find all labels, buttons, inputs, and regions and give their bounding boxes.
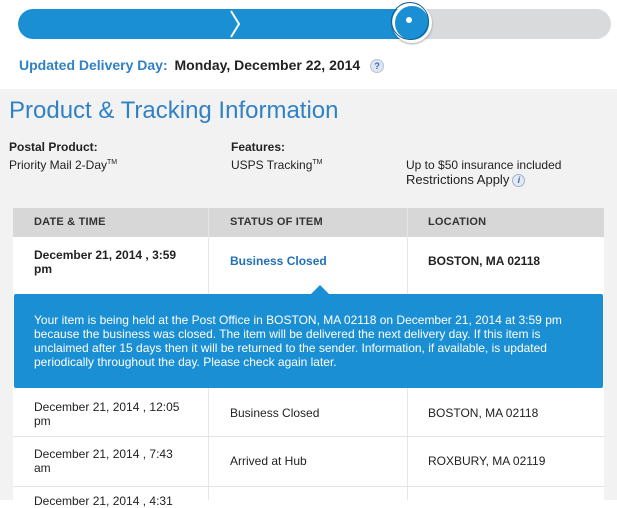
callout-text: Your item is being held at the Post Offi… [34, 313, 562, 369]
column-header-location: LOCATION [428, 216, 487, 228]
panel-title: Product & Tracking Information [9, 97, 339, 124]
time-suffix: am [34, 461, 51, 475]
column-header-status: STATUS OF ITEM [230, 216, 323, 228]
progress-chevron-icon [230, 10, 241, 38]
date-line: December 21, 2014 , 4:31 [34, 494, 173, 508]
progress-marker-dot [406, 17, 412, 23]
table-row-date: December 21, 2014 , 4:31 [34, 494, 199, 508]
callout-pointer [311, 285, 329, 294]
progress-fill [18, 9, 409, 39]
delivery-day-date: Monday, December 22, 2014 [174, 57, 361, 73]
row-divider [13, 436, 604, 437]
table-row-location: ROXBURY, MA 02119 [428, 454, 546, 468]
delivery-day-label: Updated Delivery Day: [19, 57, 168, 73]
tracking-progress-bar [18, 9, 611, 39]
table-row-status: Business Closed [230, 406, 320, 420]
postal-product-value: Priority Mail 2-DayTM [9, 158, 117, 172]
table-row-location: BOSTON, MA 02118 [428, 254, 541, 268]
date-line: December 21, 2014 , 12:05 [34, 400, 180, 414]
features-name: USPS Tracking [231, 158, 313, 172]
table-header: DATE & TIME STATUS OF ITEM LOCATION [13, 208, 604, 237]
restrictions-apply[interactable]: Restrictions Apply i [406, 172, 526, 188]
tracking-detail-callout: Your item is being held at the Post Offi… [14, 285, 603, 388]
table-row-date: December 21, 2014 , 12:05 pm [34, 400, 199, 428]
help-icon[interactable]: ? [370, 59, 385, 74]
progress-marker [391, 2, 432, 43]
features-label: Features: [231, 140, 286, 154]
time-suffix: pm [34, 262, 52, 276]
table-row-date: December 21, 2014 , 3:59 pm [34, 248, 199, 276]
info-icon[interactable]: i [512, 174, 526, 188]
date-line: December 21, 2014 , 7:43 [34, 447, 173, 461]
table-row-status[interactable]: Business Closed [230, 254, 327, 268]
table-row-date: December 21, 2014 , 7:43 am [34, 447, 199, 475]
postal-product-label: Postal Product: [9, 140, 98, 154]
column-header-date-time: DATE & TIME [34, 216, 106, 228]
features-value: USPS TrackingTM [231, 158, 322, 172]
postal-product-name: Priority Mail 2-Day [9, 158, 108, 172]
table-row-location: BOSTON, MA 02118 [428, 406, 539, 420]
time-suffix: pm [34, 414, 51, 428]
trademark-mark: TM [312, 159, 323, 166]
date-line: December 21, 2014 , 3:59 [34, 248, 177, 262]
insurance-text: Up to $50 insurance included [406, 158, 562, 172]
row-divider [13, 486, 604, 487]
trademark-mark: TM [107, 159, 118, 166]
table-row-status: Arrived at Hub [230, 454, 307, 468]
restrictions-apply-label[interactable]: Restrictions Apply [406, 172, 509, 187]
delivery-day: Updated Delivery Day: Monday, December 2… [19, 57, 385, 74]
